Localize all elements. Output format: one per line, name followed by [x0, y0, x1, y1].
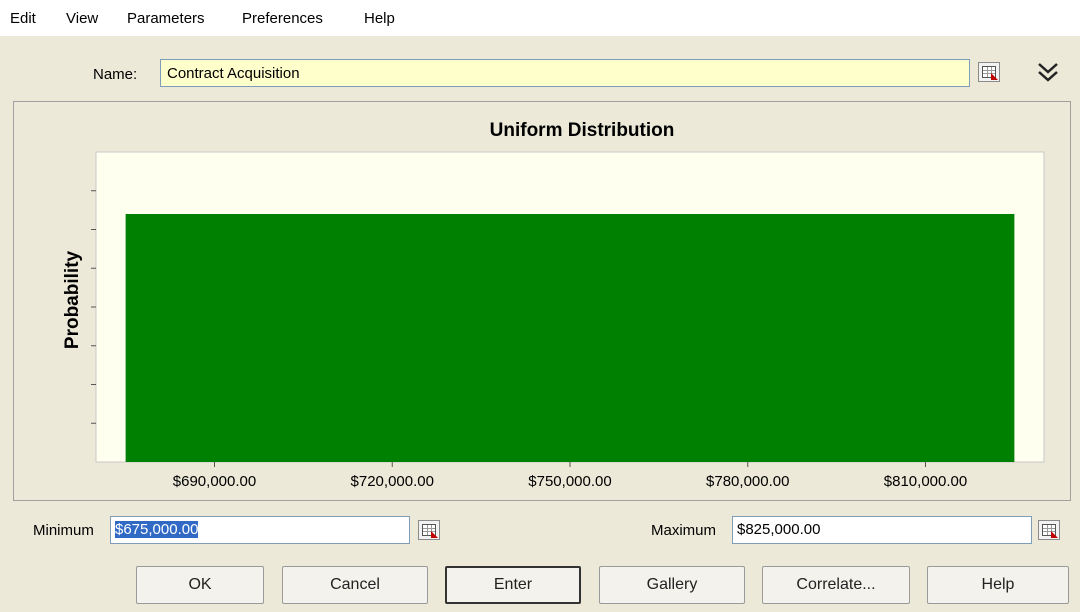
menu-preferences[interactable]: Preferences — [242, 10, 323, 27]
x-tick-label: $690,000.00 — [173, 473, 256, 490]
minimum-cell-reference-button[interactable] — [418, 520, 440, 540]
cancel-button[interactable]: Cancel — [282, 566, 428, 604]
menu-view[interactable]: View — [66, 10, 98, 27]
x-tick-label: $750,000.00 — [528, 473, 611, 490]
chart-title: Uniform Distribution — [490, 120, 675, 141]
y-axis-ticks — [91, 190, 96, 424]
minimum-label: Minimum — [33, 522, 94, 539]
name-input[interactable] — [160, 59, 970, 87]
distribution-chart: Uniform Distribution Probability $690,00… — [62, 120, 1045, 490]
name-cell-reference-button[interactable] — [978, 62, 1000, 82]
minimum-value: $675,000.00 — [115, 521, 199, 538]
maximum-label: Maximum — [651, 522, 717, 539]
chart-panel: Uniform Distribution Probability $690,00… — [13, 101, 1071, 501]
y-axis-label: Probability — [62, 250, 83, 349]
maximum-value: $825,000.00 — [737, 521, 821, 538]
menu-parameters[interactable]: Parameters — [127, 10, 205, 27]
gallery-button[interactable]: Gallery — [599, 566, 745, 604]
menu-bar: Edit View Parameters Preferences Help — [0, 0, 1080, 36]
minimum-input[interactable]: $675,000.00 — [110, 516, 410, 544]
x-tick-label: $810,000.00 — [884, 473, 967, 490]
correlate-button[interactable]: Correlate... — [762, 566, 910, 604]
x-tick-label: $780,000.00 — [706, 473, 789, 490]
enter-button[interactable]: Enter — [445, 566, 581, 604]
menu-help[interactable]: Help — [364, 10, 395, 27]
maximum-cell-reference-button[interactable] — [1038, 520, 1060, 540]
menu-edit[interactable]: Edit — [10, 10, 36, 27]
name-label: Name: — [93, 66, 138, 83]
x-tick-label: $720,000.00 — [351, 473, 434, 490]
distribution-bar — [125, 214, 1015, 462]
ok-button[interactable]: OK — [136, 566, 264, 604]
help-button[interactable]: Help — [927, 566, 1069, 604]
maximum-input[interactable]: $825,000.00 — [732, 516, 1032, 544]
x-axis-ticks: $690,000.00 $720,000.00 $750,000.00 $780,00… — [173, 462, 967, 490]
double-chevron-down-icon[interactable] — [1036, 60, 1060, 84]
